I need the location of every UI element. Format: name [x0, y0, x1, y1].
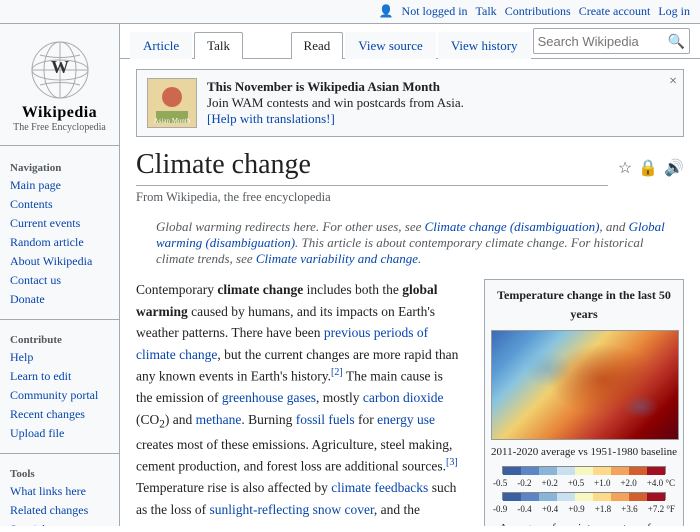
wiki-subtitle: The Free Encyclopedia — [13, 122, 106, 133]
sidebar-item-learn-to-edit[interactable]: Learn to edit — [0, 367, 119, 386]
sidebar-item-upload-file[interactable]: Upload file — [0, 424, 119, 443]
colorbar-strip-1 — [502, 466, 666, 474]
article-body: Contemporary climate change includes bot… — [136, 279, 684, 526]
tools-title: Tools — [0, 464, 119, 482]
map-baseline: 2011-2020 average vs 1951-1980 baseline — [491, 444, 677, 462]
top-bar: 👤 Not logged in Talk Contributions Creat… — [0, 0, 700, 24]
hatnote-link-1[interactable]: Climate change (disambiguation) — [425, 219, 600, 234]
greenhouse-gases-link[interactable]: greenhouse gases — [222, 390, 316, 405]
article-icons: ☆ 🔒 🔊 — [608, 158, 684, 178]
lock-icon: 🔒 — [638, 158, 658, 178]
banner-text: Join WAM contests and win postcards from… — [207, 95, 464, 111]
wam-banner: Asian Month This November is Wikipedia A… — [136, 69, 684, 137]
wiki-title: Wikipedia — [22, 104, 97, 122]
sidebar-item-main-page[interactable]: Main page — [0, 176, 119, 195]
sidebar-item-help[interactable]: Help — [0, 348, 119, 367]
tab-talk[interactable]: Talk — [194, 32, 243, 59]
tab-article[interactable]: Article — [130, 32, 192, 59]
banner-title: This November is Wikipedia Asian Month — [207, 79, 440, 94]
colorbar-row-top — [491, 466, 677, 474]
article-source: From Wikipedia, the free encyclopedia — [136, 190, 684, 205]
colorbar-labels-celsius: -0.5-0.2+0.2+0.5+1.0+2.0+4.0 °C — [491, 476, 677, 490]
tab-view-source[interactable]: View source — [345, 32, 436, 59]
article-title-row: Climate change ☆ 🔒 🔊 — [136, 149, 684, 186]
talk-link[interactable]: Talk — [476, 4, 497, 19]
snow-cover-link[interactable]: sunlight-reflecting snow cover — [210, 502, 374, 517]
tab-read[interactable]: Read — [291, 32, 344, 59]
sidebar-item-recent-changes[interactable]: Recent changes — [0, 405, 119, 424]
fossil-fuels-link[interactable]: fossil fuels — [296, 412, 355, 427]
map-visual — [491, 330, 679, 440]
banner-help-link[interactable]: [Help with translations!] — [207, 111, 335, 126]
colorbar-row-bottom — [491, 492, 677, 500]
sidebar-item-contents[interactable]: Contents — [0, 195, 119, 214]
map-title: Temperature change in the last 50 years — [491, 286, 677, 324]
climate-map: Temperature change in the last 50 years … — [484, 279, 684, 526]
hatnote-text: Global warming redirects here. For other… — [156, 219, 665, 266]
climate-change-bold: climate change — [217, 282, 303, 297]
sidebar-logo: W Wikipedia The Free Encyclopedia — [0, 32, 119, 146]
tab-view-history[interactable]: View history — [438, 32, 531, 59]
search-box: 🔍 — [533, 28, 690, 54]
content-area: Article Talk Read View source View histo… — [120, 24, 700, 526]
user-icon: 👤 — [379, 4, 394, 19]
log-in-link[interactable]: Log in — [658, 4, 690, 19]
star-icon[interactable]: ☆ — [618, 158, 632, 178]
ref-2[interactable]: [2] — [331, 367, 343, 378]
contributions-link[interactable]: Contributions — [505, 4, 571, 19]
svg-text:W: W — [51, 57, 69, 77]
contribute-section: Contribute Help Learn to edit Community … — [0, 326, 119, 447]
page-wrapper: W Wikipedia The Free Encyclopedia Naviga… — [0, 24, 700, 526]
article-paragraph-1: Contemporary climate change includes bot… — [136, 279, 460, 526]
hatnote-link-3[interactable]: Climate variability and change — [256, 251, 418, 266]
audio-icon[interactable]: 🔊 — [664, 158, 684, 178]
close-icon[interactable]: × — [669, 74, 677, 90]
sidebar-item-about[interactable]: About Wikipedia — [0, 252, 119, 271]
colorbar-labels-fahrenheit: -0.9-0.4+0.4+0.9+1.8+3.6+7.2 °F — [491, 502, 677, 516]
sidebar-item-donate[interactable]: Donate — [0, 290, 119, 309]
article-title: Climate change — [136, 149, 608, 186]
hatnote: Global warming redirects here. For other… — [136, 215, 684, 271]
methane-link[interactable]: methane — [196, 412, 242, 427]
map-caption: Average surface air temperatures from 20… — [491, 521, 677, 526]
not-logged-in-link[interactable]: Not logged in — [402, 4, 468, 19]
navigation-section: Navigation Main page Contents Current ev… — [0, 154, 119, 313]
banner-body: This November is Wikipedia Asian Month J… — [207, 79, 464, 127]
search-input[interactable] — [538, 34, 668, 49]
colorbar-strip-2 — [502, 492, 666, 500]
sidebar-divider-1 — [0, 319, 119, 320]
tabs-bar: Article Talk Read View source View histo… — [120, 24, 700, 59]
carbon-dioxide-link[interactable]: carbon dioxide — [363, 390, 444, 405]
sidebar-item-related-changes[interactable]: Related changes — [0, 501, 119, 520]
create-account-link[interactable]: Create account — [579, 4, 651, 19]
sidebar: W Wikipedia The Free Encyclopedia Naviga… — [0, 24, 120, 526]
climate-feedbacks-link[interactable]: climate feedbacks — [331, 480, 428, 495]
wikipedia-globe-icon: W — [30, 40, 90, 100]
sidebar-item-current-events[interactable]: Current events — [0, 214, 119, 233]
search-button[interactable]: 🔍 — [668, 33, 685, 50]
energy-use-link[interactable]: energy use — [377, 412, 435, 427]
svg-text:Asian Month: Asian Month — [154, 117, 191, 125]
main-content: Asian Month This November is Wikipedia A… — [120, 59, 700, 526]
sidebar-item-community-portal[interactable]: Community portal — [0, 386, 119, 405]
tools-section: Tools What links here Related changes Sp… — [0, 460, 119, 526]
banner-image: Asian Month — [147, 78, 197, 128]
sidebar-divider-2 — [0, 453, 119, 454]
sidebar-item-random-article[interactable]: Random article — [0, 233, 119, 252]
navigation-title: Navigation — [0, 158, 119, 176]
sidebar-item-contact[interactable]: Contact us — [0, 271, 119, 290]
sidebar-item-special-pages[interactable]: Special pages — [0, 520, 119, 526]
article-text: Contemporary climate change includes bot… — [136, 279, 460, 526]
ref-3[interactable]: [3] — [446, 457, 458, 468]
sidebar-item-what-links-here[interactable]: What links here — [0, 482, 119, 501]
colorbar: -0.5-0.2+0.2+0.5+1.0+2.0+4.0 °C — [491, 466, 677, 517]
previous-periods-link[interactable]: previous periods of climate change — [136, 325, 428, 362]
contribute-title: Contribute — [0, 330, 119, 348]
